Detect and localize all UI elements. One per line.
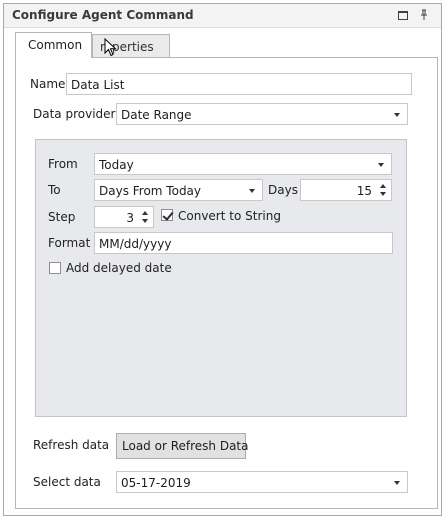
days-label: Days [268,183,298,197]
select-data-label: Select data [33,475,101,489]
from-dropdown[interactable]: Today [94,153,392,175]
chevron-down-icon [394,481,400,485]
data-provider-value: Date Range [121,108,192,122]
step-label: Step [48,210,76,224]
chevron-down-icon [249,189,255,193]
format-label: Format [48,236,91,250]
load-refresh-data-button[interactable]: Load or Refresh Data [116,433,249,459]
panel-title-bar: Configure Agent Command [4,4,441,28]
mouse-cursor-icon [104,37,118,61]
convert-to-string-checkbox[interactable] [161,209,174,221]
format-value: MM/dd/yyyy [99,237,172,251]
days-value: 15 [356,184,372,198]
name-label: Name [30,77,66,91]
load-refresh-data-button-label: Load or Refresh Data [122,439,249,453]
spin-arrows-icon[interactable] [379,182,388,198]
convert-to-string-label: Convert to String [178,209,281,223]
data-provider-dropdown[interactable]: Date Range [116,103,408,125]
spin-arrows-icon[interactable] [141,209,150,225]
pin-icon[interactable] [418,9,430,21]
data-provider-label: Data provider [33,107,116,121]
tab-common[interactable]: Common [15,32,92,58]
to-value: Days From Today [99,184,202,198]
add-delayed-date-checkbox[interactable] [49,262,61,274]
name-input-value: Data List [71,78,125,92]
from-value: Today [99,158,134,172]
from-label: From [48,157,78,171]
name-input[interactable]: Data List [66,73,412,95]
tab-common-label: Common [28,38,83,52]
step-stepper[interactable]: 3 [94,206,154,228]
panel-title: Configure Agent Command [12,8,194,22]
select-data-value: 05-17-2019 [121,476,191,490]
checkmark-icon [162,209,174,221]
format-input[interactable]: MM/dd/yyyy [94,232,393,254]
days-stepper[interactable]: 15 [300,179,392,201]
select-data-dropdown[interactable]: 05-17-2019 [116,471,408,493]
chevron-down-icon [378,163,384,167]
refresh-data-label: Refresh data [33,438,110,452]
to-dropdown[interactable]: Days From Today [94,179,263,201]
step-value: 3 [126,211,134,225]
to-label: To [48,183,61,197]
add-delayed-date-label: Add delayed date [66,261,172,275]
chevron-down-icon [394,113,400,117]
restore-icon[interactable] [397,9,409,21]
